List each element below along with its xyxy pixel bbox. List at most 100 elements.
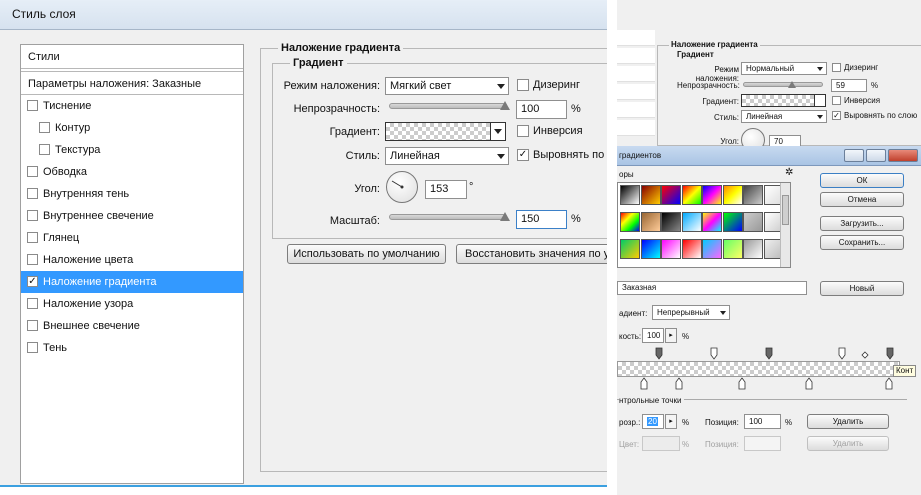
gradient-preset-swatch[interactable] bbox=[640, 212, 661, 232]
style-item[interactable]: Текстура bbox=[21, 139, 243, 161]
gradient-preset-swatch[interactable] bbox=[702, 239, 722, 259]
bg-align-checkbox[interactable]: ✓ Выровнять по слою bbox=[832, 111, 921, 121]
scale-input[interactable]: 150 bbox=[516, 210, 567, 229]
ok-button[interactable]: ОК bbox=[820, 173, 904, 188]
bg-style-dropdown[interactable]: Линейная bbox=[741, 110, 827, 123]
load-button[interactable]: Загрузить... bbox=[820, 216, 904, 231]
color-stops-row[interactable] bbox=[617, 377, 921, 391]
delete-color-stop-button[interactable]: Удалить bbox=[807, 436, 889, 451]
reverse-checkbox[interactable]: Инверсия bbox=[517, 125, 607, 138]
checkbox-icon[interactable] bbox=[27, 232, 38, 243]
style-item[interactable]: Наложение цвета bbox=[21, 249, 243, 271]
chevron-right-icon[interactable]: ▸ bbox=[665, 328, 677, 343]
bg-blend-mode-dropdown[interactable]: Нормальный bbox=[741, 62, 827, 75]
bg-opacity-input[interactable]: 59 bbox=[831, 79, 867, 92]
make-default-button[interactable]: Использовать по умолчанию bbox=[287, 244, 446, 264]
style-item[interactable]: Внешнее свечение bbox=[21, 315, 243, 337]
checkbox-icon[interactable] bbox=[27, 298, 38, 309]
gradient-preset-swatch[interactable] bbox=[681, 239, 702, 259]
checkbox-icon[interactable] bbox=[27, 342, 38, 353]
bg-reverse-checkbox[interactable]: Инверсия bbox=[832, 96, 921, 106]
angle-dial[interactable] bbox=[386, 171, 418, 203]
checkbox-icon[interactable] bbox=[39, 144, 50, 155]
gradient-preset-swatch[interactable] bbox=[722, 185, 743, 205]
gradient-preset-swatch[interactable] bbox=[743, 185, 763, 205]
gradient-preset-swatch[interactable] bbox=[661, 212, 681, 232]
gradient-preset-swatch[interactable] bbox=[640, 239, 661, 259]
gradient-preset-swatch[interactable] bbox=[743, 212, 763, 232]
dither-checkbox[interactable]: Дизеринг bbox=[517, 79, 607, 92]
gradient-name-input[interactable]: Заказная bbox=[617, 281, 807, 295]
color-stop-icon[interactable] bbox=[805, 377, 813, 390]
checkbox-icon[interactable] bbox=[39, 122, 50, 133]
gradient-bar[interactable] bbox=[617, 361, 900, 377]
checkbox-icon[interactable] bbox=[27, 100, 38, 111]
style-item[interactable]: Внутреннее свечение bbox=[21, 205, 243, 227]
presets-scrollbar[interactable] bbox=[780, 183, 790, 267]
stop-position-input[interactable]: 100 bbox=[744, 414, 781, 429]
opacity-stops-row[interactable] bbox=[617, 347, 921, 361]
midpoint-icon[interactable] bbox=[861, 351, 869, 359]
gradient-preset-swatch[interactable] bbox=[743, 239, 763, 259]
gradient-preset-swatch[interactable] bbox=[640, 185, 661, 205]
style-item[interactable]: Тень bbox=[21, 337, 243, 359]
cancel-button[interactable]: Отмена bbox=[820, 192, 904, 207]
close-icon[interactable] bbox=[888, 149, 918, 162]
color-stop-icon[interactable] bbox=[738, 377, 746, 390]
checkbox-icon[interactable] bbox=[27, 210, 38, 221]
opacity-stop-icon[interactable] bbox=[710, 347, 718, 360]
bg-gradient-preview[interactable] bbox=[741, 94, 815, 107]
save-button[interactable]: Сохранить... bbox=[820, 235, 904, 250]
reset-to-default-button[interactable]: Восстановить значения по ум bbox=[456, 244, 607, 264]
gradient-preset-swatch[interactable] bbox=[722, 239, 743, 259]
style-item[interactable]: Тиснение bbox=[21, 95, 243, 117]
gradient-preset-swatch[interactable] bbox=[661, 239, 681, 259]
smoothness-input[interactable]: 100 bbox=[642, 328, 664, 343]
bg-dither-checkbox[interactable]: Дизеринг bbox=[832, 63, 921, 73]
gradient-preset-swatch[interactable] bbox=[681, 185, 702, 205]
opacity-input[interactable]: 100 bbox=[516, 100, 567, 119]
bg-opacity-slider[interactable] bbox=[743, 81, 823, 88]
maximize-icon[interactable] bbox=[866, 149, 886, 162]
style-item[interactable]: ✓ Наложение градиента bbox=[21, 271, 243, 293]
blend-mode-dropdown[interactable]: Мягкий свет bbox=[385, 77, 509, 95]
style-item[interactable]: Внутренняя тень bbox=[21, 183, 243, 205]
gradient-preset-swatch[interactable] bbox=[702, 212, 722, 232]
new-button[interactable]: Новый bbox=[820, 281, 904, 296]
gradient-preview[interactable] bbox=[385, 122, 491, 141]
slider-thumb-icon[interactable] bbox=[788, 81, 796, 88]
gradient-preset-swatch[interactable] bbox=[620, 212, 640, 232]
checkbox-icon[interactable] bbox=[27, 254, 38, 265]
delete-opacity-stop-button[interactable]: Удалить bbox=[807, 414, 889, 429]
scale-slider[interactable] bbox=[389, 212, 510, 221]
scrollbar-thumb[interactable] bbox=[782, 195, 789, 225]
opacity-stop-icon[interactable] bbox=[655, 347, 663, 360]
presets-grid[interactable] bbox=[617, 182, 791, 268]
minimize-icon[interactable] bbox=[844, 149, 864, 162]
gear-icon[interactable]: ✲ bbox=[785, 167, 793, 178]
gradient-type-dropdown[interactable]: Непрерывный bbox=[652, 305, 730, 320]
checkbox-icon[interactable] bbox=[27, 188, 38, 199]
slider-thumb-icon[interactable] bbox=[500, 212, 510, 221]
gradient-preset-swatch[interactable] bbox=[702, 185, 722, 205]
opacity-stop-icon[interactable] bbox=[886, 347, 894, 360]
stop-color-swatch[interactable] bbox=[642, 436, 680, 451]
slider-thumb-icon[interactable] bbox=[500, 101, 510, 110]
gradient-preset-swatch[interactable] bbox=[620, 239, 640, 259]
gradient-picker-button[interactable] bbox=[490, 122, 506, 141]
bg-gradient-picker-button[interactable] bbox=[814, 94, 826, 107]
style-item[interactable]: Обводка bbox=[21, 161, 243, 183]
checkmark-icon[interactable]: ✓ bbox=[27, 276, 38, 287]
gradient-preset-swatch[interactable] bbox=[681, 212, 702, 232]
color-stop-icon[interactable] bbox=[640, 377, 648, 390]
color-stop-icon[interactable] bbox=[885, 377, 893, 390]
blending-options-item[interactable]: Параметры наложения: Заказные bbox=[21, 71, 243, 95]
opacity-stop-icon[interactable] bbox=[838, 347, 846, 360]
styles-header[interactable]: Стили bbox=[21, 45, 243, 69]
opacity-stop-icon[interactable] bbox=[765, 347, 773, 360]
style-item[interactable]: Глянец bbox=[21, 227, 243, 249]
align-with-layer-checkbox[interactable]: ✓ Выровнять по с bbox=[517, 149, 607, 162]
style-item[interactable]: Контур bbox=[21, 117, 243, 139]
checkbox-icon[interactable] bbox=[27, 166, 38, 177]
angle-input[interactable]: 153 bbox=[425, 180, 467, 199]
